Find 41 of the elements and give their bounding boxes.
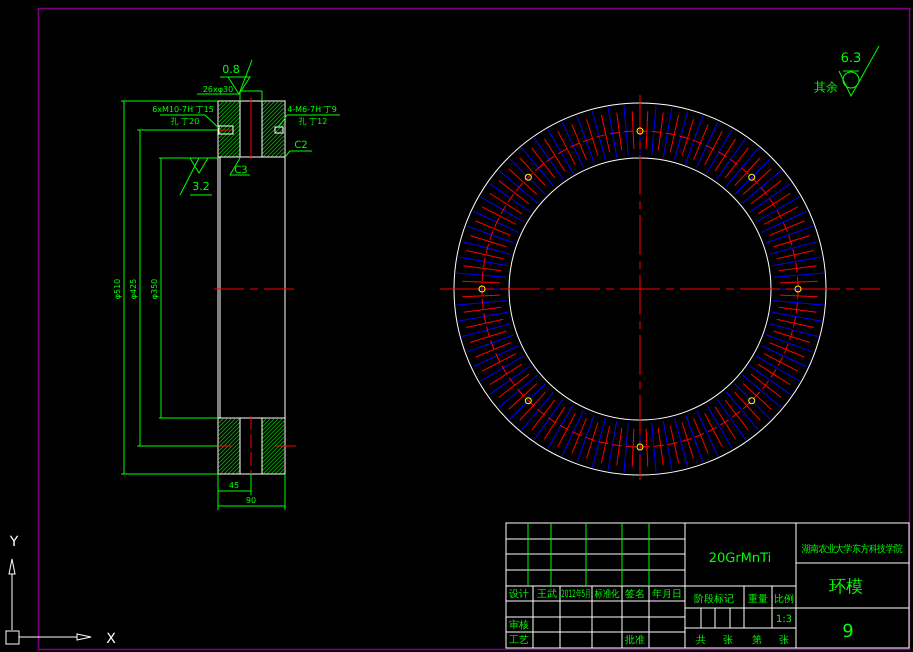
ucs-axes-icon — [6, 558, 92, 644]
title-block-label: 阶段标记 — [694, 594, 734, 605]
remaining-surfaces-text: 其余 — [814, 80, 838, 94]
drawing-number-text: 9 — [842, 621, 854, 642]
title-block-label: 重量 — [748, 594, 768, 605]
title-block-label: 设计 — [509, 589, 529, 600]
width-dimension-text: 90 — [246, 496, 256, 505]
roughness-value-text: 0.8 — [222, 63, 240, 76]
tapped-hole-callout-text: 4-M6-7H 丁9 — [287, 105, 337, 114]
axis-label: Y — [10, 534, 18, 550]
title-block-label: 比例 — [774, 594, 794, 605]
institution-name-text: 湖南农业大学东方科技学院 — [802, 544, 902, 556]
chamfer-text: C3 — [234, 165, 248, 176]
tapped-hole-depth-text: 孔 丁20 — [170, 117, 200, 126]
title-block-label: 签名 — [625, 589, 645, 600]
surface-roughness-symbol-icon — [838, 46, 880, 98]
title-block-label: 第 — [752, 635, 762, 646]
width-dimension-text: 45 — [228, 481, 240, 490]
roughness-value-text: 6.3 — [840, 51, 862, 66]
title-block-label: 批准 — [625, 635, 645, 646]
title-block-label: 2012年5月 — [561, 587, 591, 600]
title-block-label: 张 — [723, 635, 733, 646]
title-block-label: 审核 — [509, 620, 529, 631]
title-block-label: 张 — [779, 635, 789, 646]
part-name-text: 环模 — [829, 577, 863, 597]
axis-label: X — [106, 631, 116, 647]
diameter-dimension-text: φ425 — [129, 278, 138, 300]
diameter-dimension-text: φ510 — [113, 278, 122, 300]
tapped-hole-callout-text: 6xM10-7H 丁15 — [152, 105, 214, 114]
title-block-label: 共 — [696, 635, 706, 646]
title-block-label: 标准化 — [594, 588, 620, 600]
title-block-label: 王武 — [537, 589, 557, 600]
chamfer-text: C2 — [294, 140, 308, 151]
material-text: 20GrMnTi — [708, 551, 772, 566]
diameter-dimension-text: φ350 — [150, 278, 159, 300]
tapped-hole-depth-text: 孔 丁12 — [298, 117, 328, 126]
hole-dimension-text: 26xφ30 — [202, 85, 234, 94]
roughness-value-text: 3.2 — [192, 180, 210, 193]
title-block-label: 年月日 — [652, 589, 682, 600]
scale-value-text: 1:3 — [776, 614, 792, 625]
title-block-label: 工艺 — [509, 635, 529, 646]
